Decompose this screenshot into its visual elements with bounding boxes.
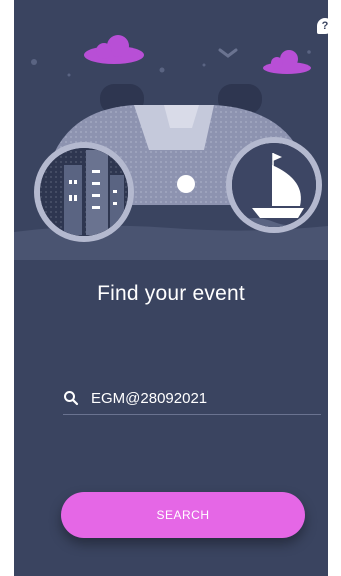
cloud-right-icon: [263, 50, 311, 74]
search-field[interactable]: [63, 382, 321, 415]
app-screen: ? Find your event SEARCH: [14, 0, 328, 576]
search-icon: [64, 391, 79, 406]
event-code-input[interactable]: [91, 389, 321, 407]
search-button[interactable]: SEARCH: [61, 492, 305, 538]
binoculars-illustration: [14, 35, 328, 260]
cloud-left-icon: [84, 35, 144, 64]
help-icon[interactable]: ?: [317, 18, 328, 34]
page-title: Find your event: [97, 282, 245, 305]
